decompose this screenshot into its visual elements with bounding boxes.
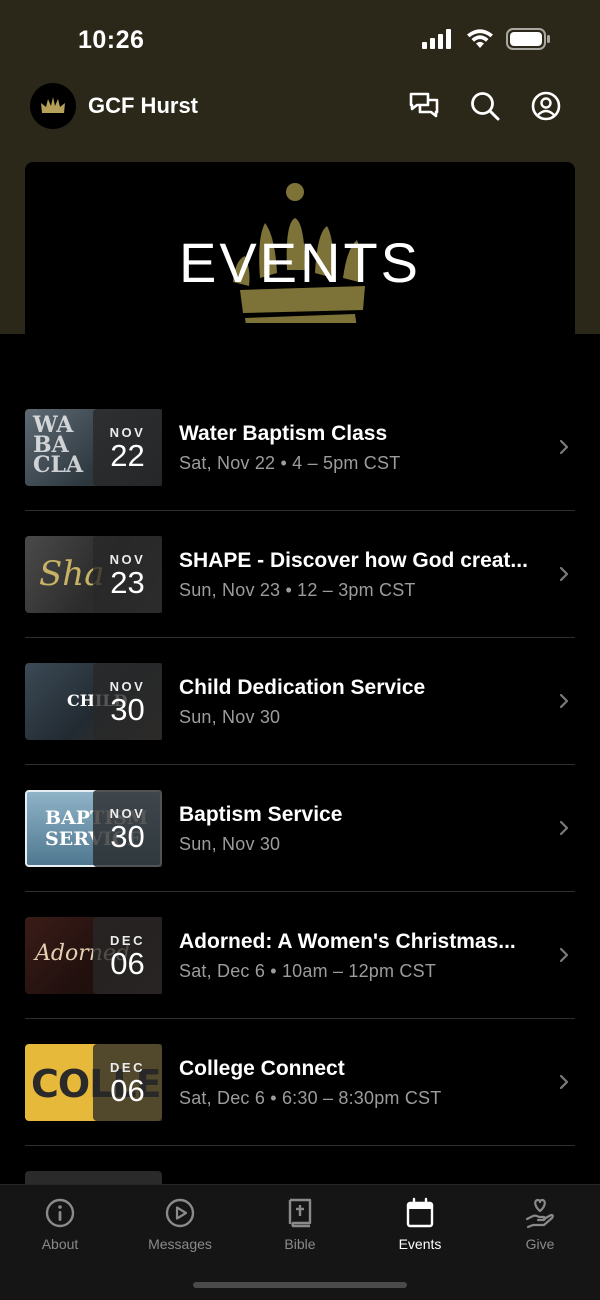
give-icon (525, 1198, 554, 1229)
event-title: Baptism Service (179, 803, 343, 826)
event-time: Sat, Nov 22 • 4 – 5pm CST (179, 453, 401, 473)
status-bar: 10:26 (0, 0, 600, 80)
status-icons (422, 28, 550, 50)
chevron-right-icon (559, 1074, 569, 1090)
search-button[interactable] (467, 88, 503, 124)
chevron-right-icon (559, 566, 569, 582)
date-day: 06 (110, 1073, 145, 1108)
battery-icon (506, 28, 550, 50)
event-row[interactable]: WA BA CLA NOV 22 Water Baptism Class Sat… (25, 384, 575, 511)
status-time: 10:26 (78, 26, 145, 54)
info-icon (45, 1198, 75, 1228)
event-list: WA BA CLA NOV 22 Water Baptism Class Sat… (25, 384, 575, 1273)
tab-label: Events (398, 1236, 442, 1252)
profile-icon (531, 91, 561, 121)
tab-label: Messages (148, 1236, 212, 1252)
chevron-right-icon (559, 820, 569, 836)
date-badge: DEC 06 (93, 917, 162, 994)
date-badge: NOV 30 (93, 790, 162, 867)
event-title: Water Baptism Class (179, 422, 388, 445)
chevron-right-icon (559, 693, 569, 709)
tab-label: About (41, 1236, 79, 1252)
profile-button[interactable] (528, 88, 564, 124)
bible-icon (288, 1198, 312, 1228)
app-title: GCF Hurst (88, 93, 198, 118)
chevron-right-icon (559, 439, 569, 455)
home-indicator (193, 1282, 407, 1288)
event-time: Sun, Nov 30 (179, 834, 281, 854)
event-row[interactable]: BAPTISM SERVICE NOV 30 Baptism Service S… (25, 765, 575, 892)
crown-icon (41, 97, 65, 113)
event-time: Sun, Nov 30 (179, 707, 281, 727)
date-badge: NOV 22 (93, 409, 162, 486)
tab-label: Bible (284, 1236, 316, 1252)
event-title: Child Dedication Service (179, 676, 426, 699)
chat-icon (409, 92, 439, 118)
date-day: 06 (110, 946, 145, 981)
event-row[interactable]: COLLEGE DEC 06 College Connect Sat, Dec … (25, 1019, 575, 1146)
signal-icon (422, 29, 451, 49)
event-row[interactable]: Sha NOV 23 SHAPE - Discover how God crea… (25, 511, 575, 638)
tab-give[interactable]: Give (480, 1197, 600, 1252)
event-time: Sat, Dec 6 • 10am – 12pm CST (179, 961, 437, 981)
tab-events[interactable]: Events (360, 1197, 480, 1252)
date-day: 23 (110, 565, 145, 600)
event-title: SHAPE - Discover how God creat... (179, 549, 528, 572)
calendar-icon (406, 1197, 434, 1228)
tab-messages[interactable]: Messages (120, 1197, 240, 1252)
event-time: Sat, Dec 6 • 6:30 – 8:30pm CST (179, 1088, 442, 1108)
date-day: 30 (110, 692, 145, 727)
date-day: 22 (110, 438, 145, 473)
date-badge: DEC 06 (93, 1044, 162, 1121)
tab-bible[interactable]: Bible (240, 1197, 360, 1252)
event-row[interactable]: Adorned DEC 06 Adorned: A Women's Christ… (25, 892, 575, 1019)
date-day: 30 (110, 819, 145, 854)
play-icon (165, 1198, 195, 1228)
event-title: Adorned: A Women's Christmas... (179, 930, 516, 953)
app-header: GCF Hurst (0, 80, 600, 136)
event-title: College Connect (179, 1057, 345, 1080)
event-time: Sun, Nov 23 • 12 – 3pm CST (179, 580, 416, 600)
event-row[interactable]: CHILD NOV 30 Child Dedication Service Su… (25, 638, 575, 765)
hero-title: EVENTS (178, 231, 422, 294)
tab-label: Give (525, 1236, 555, 1252)
tab-about[interactable]: About (0, 1197, 120, 1252)
wifi-icon (467, 29, 493, 48)
search-icon (471, 92, 500, 121)
date-badge: NOV 30 (93, 663, 162, 740)
chevron-right-icon (559, 947, 569, 963)
date-badge: NOV 23 (93, 536, 162, 613)
church-logo[interactable] (30, 83, 76, 129)
chat-button[interactable] (406, 88, 442, 124)
events-hero-banner: EVENTS (25, 162, 575, 352)
